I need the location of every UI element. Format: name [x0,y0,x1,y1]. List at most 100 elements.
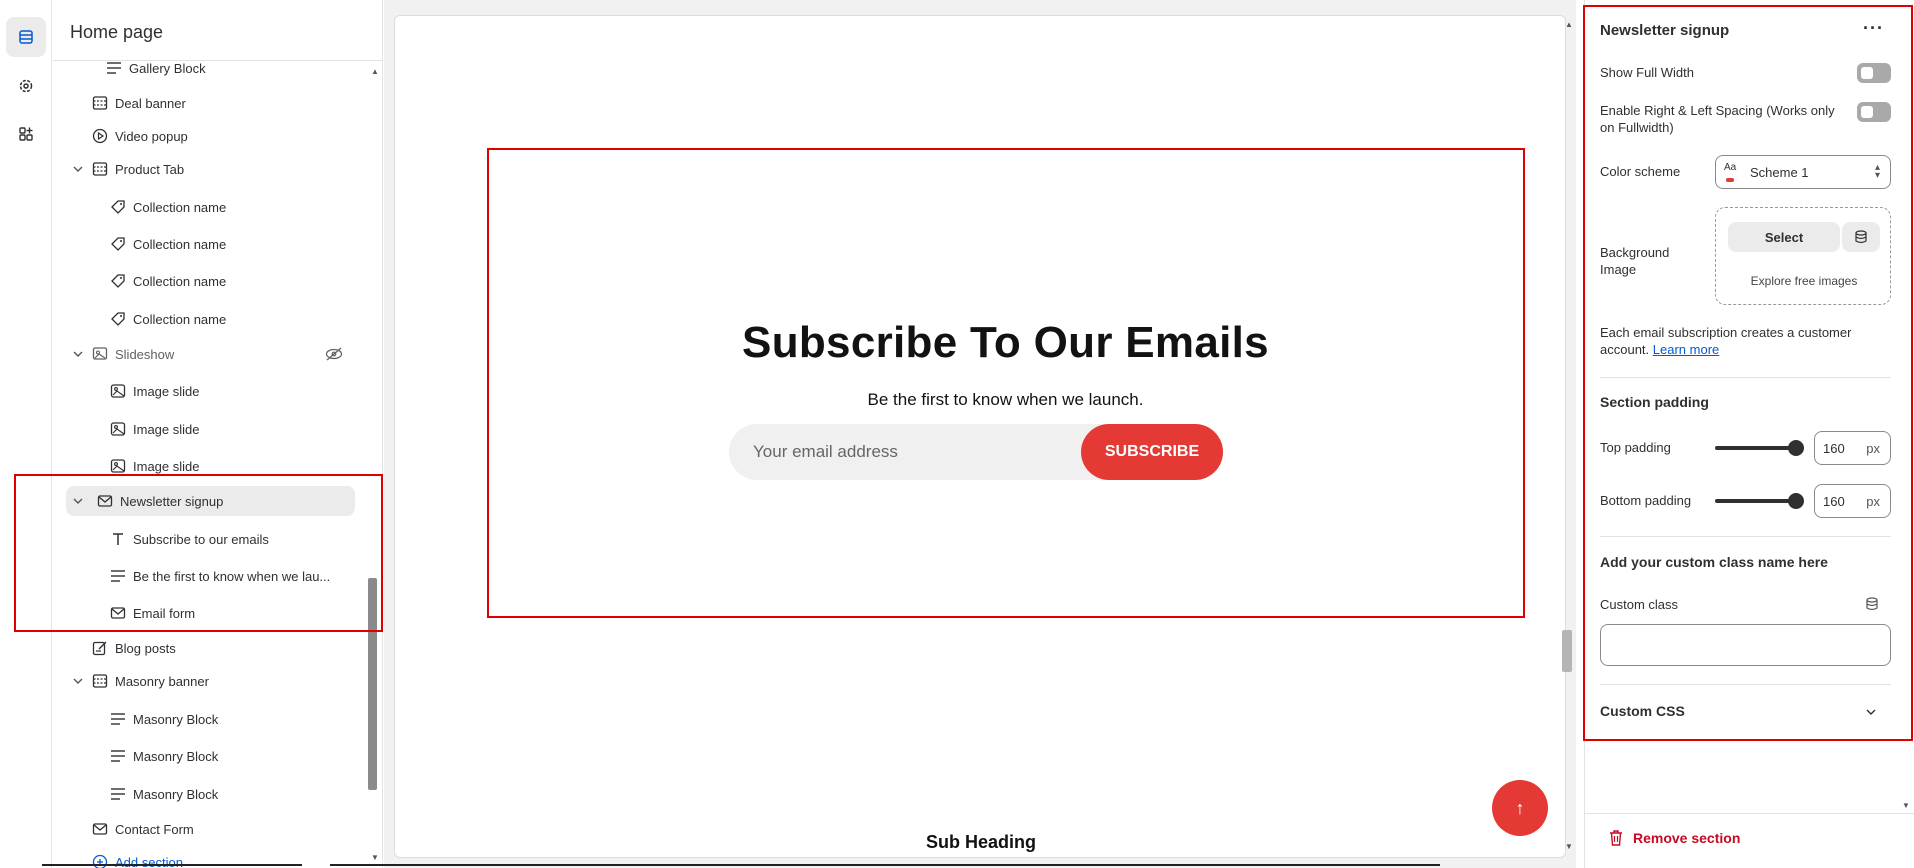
tree-item-collection[interactable]: Collection name [109,230,226,258]
tree-item-masonry-block[interactable]: Masonry Block [109,780,218,808]
slideshow-icon [91,345,109,363]
sidebar-scrollbar-thumb[interactable] [368,578,377,790]
remove-section-button[interactable]: Remove section [1609,830,1740,846]
theme-editor: Home page Gallery Block ▲ Deal banner Vi… [0,0,1914,868]
tree-item-label: Product Tab [115,161,185,177]
divider [1600,684,1891,685]
explore-free-images-link[interactable]: Explore free images [1716,274,1892,288]
sections-sidebar: Home page Gallery Block ▲ Deal banner Vi… [53,0,383,868]
color-scheme-value: Scheme 1 [1750,164,1809,180]
custom-css-heading[interactable]: Custom CSS [1600,703,1685,719]
tree-item-collection[interactable]: Collection name [109,193,226,221]
section-icon [91,160,109,178]
newsletter-section[interactable]: Subscribe To Our Emails Be the first to … [488,150,1523,617]
preview-scrollbar-thumb[interactable] [1562,630,1572,672]
tree-item-label: Gallery Block [129,60,206,76]
color-scheme-label: Color scheme [1600,164,1681,179]
chevron-down-icon[interactable] [71,347,85,361]
tree-item-label: Email form [133,605,196,621]
bottom-padding-label: Bottom padding [1600,493,1692,508]
tree-item-collection[interactable]: Collection name [109,267,226,295]
settings-gear-icon[interactable] [6,66,46,106]
email-input[interactable]: Your email address [753,442,898,462]
spacing-toggle[interactable] [1857,102,1891,122]
text-t-icon [109,530,127,548]
tree-item-gallery-block[interactable]: Gallery Block [105,54,206,82]
tree-item-product-tab[interactable]: Product Tab [91,155,184,183]
custom-class-label: Custom class [1600,597,1679,612]
tree-item-label: Slideshow [115,346,175,362]
mail-icon [96,492,114,510]
tree-item-slideshow[interactable]: Slideshow [91,340,174,368]
tag-icon [109,235,127,253]
text-lines-icon [109,785,127,803]
chevron-down-icon[interactable] [71,494,85,508]
learn-more-link[interactable]: Learn more [1653,342,1719,357]
top-padding-slider-handle[interactable] [1788,440,1804,456]
tree-item-image-slide[interactable]: Image slide [109,377,199,405]
database-icon[interactable] [1842,222,1880,252]
tree-item-label: Collection name [133,273,227,289]
tree-item-masonry-block[interactable]: Masonry Block [109,705,218,733]
tree-item-collection[interactable]: Collection name [109,305,226,333]
subscribe-button[interactable]: SUBSCRIBE [1081,424,1223,480]
tag-icon [109,272,127,290]
tree-item-image-slide[interactable]: Image slide [109,452,199,480]
bottom-padding-slider-handle[interactable] [1788,493,1804,509]
tree-item-label: Video popup [115,128,188,144]
tree-item-subscribe-heading[interactable]: Subscribe to our emails [109,525,269,553]
color-scheme-swatch-icon: Aa [1724,162,1744,182]
scroll-up-arrow-icon[interactable]: ▲ [1565,20,1573,29]
scroll-down-arrow-icon[interactable]: ▼ [1565,842,1573,851]
text-lines-icon [109,747,127,765]
top-padding-label: Top padding [1600,440,1671,455]
tree-item-image-slide[interactable]: Image slide [109,415,199,443]
custom-class-input[interactable] [1600,624,1891,666]
section-icon [91,672,109,690]
tree-item-label: Collection name [133,311,227,327]
tag-icon [109,198,127,216]
section-padding-heading: Section padding [1600,394,1709,410]
bottom-padding-input[interactable]: 160 px [1814,484,1891,518]
tree-item-label: Image slide [133,458,200,474]
spacing-label: Enable Right & Left Spacing (Works only … [1600,103,1835,135]
eye-hidden-icon[interactable] [325,347,343,361]
tree-item-email-form[interactable]: Email form [109,599,195,627]
tree-item-contact-form[interactable]: Contact Form [91,815,194,843]
apps-icon[interactable] [6,114,46,154]
bottom-padding-slider-track[interactable] [1715,499,1795,503]
arrow-up-icon: ↑ [1515,797,1525,818]
info-text: Each email subscription creates a custom… [1600,325,1852,357]
tree-item-label: Subscribe to our emails [133,531,269,547]
icon-rail [0,0,52,868]
chevron-down-icon[interactable] [71,162,85,176]
scroll-to-top-button[interactable]: ↑ [1492,780,1548,836]
sections-icon[interactable] [6,17,46,57]
image-icon [109,382,127,400]
tree-item-masonry-block[interactable]: Masonry Block [109,742,218,770]
scroll-down-arrow-icon[interactable]: ▼ [368,850,382,864]
more-options-icon[interactable]: ··· [1863,18,1884,39]
tree-item-video-popup[interactable]: Video popup [91,122,188,150]
chevron-down-icon[interactable] [1865,705,1877,723]
top-padding-slider-track[interactable] [1715,446,1795,450]
text-lines-icon [109,710,127,728]
remove-section-label: Remove section [1633,830,1741,846]
top-padding-input[interactable]: 160 px [1814,431,1891,465]
database-icon[interactable] [1865,597,1879,616]
tree-item-newsletter-signup[interactable]: Newsletter signup [66,486,355,516]
tree-item-masonry-banner[interactable]: Masonry banner [91,667,209,695]
tree-item-deal-banner[interactable]: Deal banner [91,89,186,117]
image-icon [109,457,127,475]
divider [1600,536,1891,537]
show-full-width-toggle[interactable] [1857,63,1891,83]
select-image-button[interactable]: Select [1728,222,1840,252]
color-scheme-select[interactable]: Aa Scheme 1 ▴ ▾ [1715,155,1891,189]
scroll-down-arrow-icon[interactable]: ▼ [1899,798,1913,812]
scroll-up-arrow-icon[interactable]: ▲ [368,64,382,78]
blog-icon [91,639,109,657]
chevron-down-icon[interactable] [71,674,85,688]
tree-item-blog-posts[interactable]: Blog posts [91,634,176,662]
tree-item-label: Masonry Block [133,748,219,764]
tree-item-subtext[interactable]: Be the first to know when we lau... [109,562,330,590]
